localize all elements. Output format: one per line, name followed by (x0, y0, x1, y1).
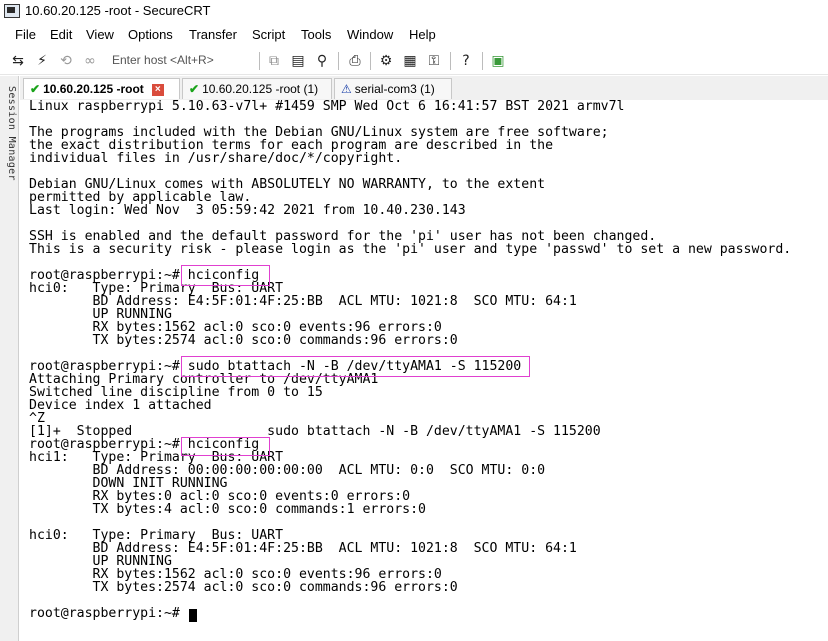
terminal-line: TX bytes:2574 acl:0 sco:0 commands:96 er… (29, 580, 458, 595)
session-manager-panel[interactable]: Session Manager (0, 76, 19, 641)
paste-icon[interactable]: ▤ (288, 51, 308, 71)
close-icon[interactable]: × (151, 83, 164, 96)
menu-window[interactable]: Window (347, 27, 393, 42)
help-icon[interactable]: ? (456, 51, 476, 71)
lightning-icon[interactable]: ⚡ (32, 51, 52, 71)
settings-icon[interactable]: ⚙ (376, 51, 396, 71)
terminal-line: This is a security risk - please login a… (29, 242, 792, 257)
terminal-line: Last login: Wed Nov 3 05:59:42 2021 from… (29, 203, 466, 218)
toolbar-separator (482, 52, 483, 70)
menu-view[interactable]: View (86, 27, 114, 42)
menu-file[interactable]: File (15, 27, 36, 42)
terminal-line: Device index 1 attached (29, 398, 212, 413)
tab-session-root[interactable]: ✔ 10.60.20.125 -root × (23, 78, 180, 99)
reconnect-icon[interactable]: ⟲ (56, 51, 76, 71)
warning-icon: ⚠ (341, 82, 352, 96)
terminal-line: root@raspberrypi:~# (29, 606, 188, 621)
toolbar-separator (259, 52, 260, 70)
menu-script[interactable]: Script (252, 27, 285, 42)
check-icon: ✔ (30, 82, 41, 96)
menu-edit[interactable]: Edit (50, 27, 72, 42)
terminal-line: TX bytes:2574 acl:0 sco:0 commands:96 er… (29, 333, 458, 348)
securecrt-app-icon (4, 4, 20, 18)
tab-session-root-1[interactable]: ✔ 10.60.20.125 -root (1) (182, 78, 332, 99)
tab-bar: ✔ 10.60.20.125 -root × ✔ 10.60.20.125 -root… (20, 76, 828, 100)
command-highlight-box (181, 356, 530, 377)
title-bar: 10.60.20.125 -root - SecureCRT (0, 0, 828, 22)
terminal-cursor (189, 609, 197, 622)
command-highlight-box (181, 265, 270, 286)
copy-icon[interactable]: ⧉ (264, 51, 284, 71)
session-manager-label: Session Manager (6, 86, 17, 181)
check-icon: ✔ (189, 82, 200, 96)
tab-label: 10.60.20.125 -root (1) (202, 82, 319, 96)
link-icon[interactable]: ∞ (80, 51, 100, 71)
terminal-area[interactable]: Linux raspberrypi 5.10.63-v7l+ #1459 SMP… (24, 100, 828, 641)
session-options-icon[interactable]: ▦ (400, 51, 420, 71)
tab-serial-com3[interactable]: ⚠ serial-com3 (1) (334, 78, 452, 99)
menu-options[interactable]: Options (128, 27, 173, 42)
menu-bar: File Edit View Options Transfer Script T… (0, 24, 828, 46)
menu-transfer[interactable]: Transfer (189, 27, 237, 42)
menu-tools[interactable]: Tools (301, 27, 331, 42)
terminal-line: TX bytes:4 acl:0 sco:0 commands:1 errors… (29, 502, 426, 517)
terminal-line: individual files in /usr/share/doc/*/cop… (29, 151, 403, 166)
sftp-icon[interactable]: ▣ (488, 51, 508, 71)
toolbar-separator (338, 52, 339, 70)
toolbar: ⇆ ⚡ ⟲ ∞ Enter host <Alt+R> ⧉ ▤ ⚲ ⎙ ⚙ ▦ ⚿… (0, 48, 828, 75)
toolbar-separator (450, 52, 451, 70)
window-title: 10.60.20.125 -root - SecureCRT (25, 3, 211, 18)
connect-icon[interactable]: ⇆ (8, 51, 28, 71)
quick-connect-input[interactable]: Enter host <Alt+R> (112, 53, 214, 67)
find-icon[interactable]: ⚲ (312, 51, 332, 71)
tab-label: 10.60.20.125 -root (43, 82, 144, 96)
menu-help[interactable]: Help (409, 27, 436, 42)
key-icon[interactable]: ⚿ (424, 51, 444, 71)
tab-label: serial-com3 (1) (354, 82, 435, 96)
terminal-line: Linux raspberrypi 5.10.63-v7l+ #1459 SMP… (29, 99, 625, 114)
print-icon[interactable]: ⎙ (345, 51, 365, 71)
command-highlight-box (181, 437, 270, 456)
toolbar-separator (370, 52, 371, 70)
